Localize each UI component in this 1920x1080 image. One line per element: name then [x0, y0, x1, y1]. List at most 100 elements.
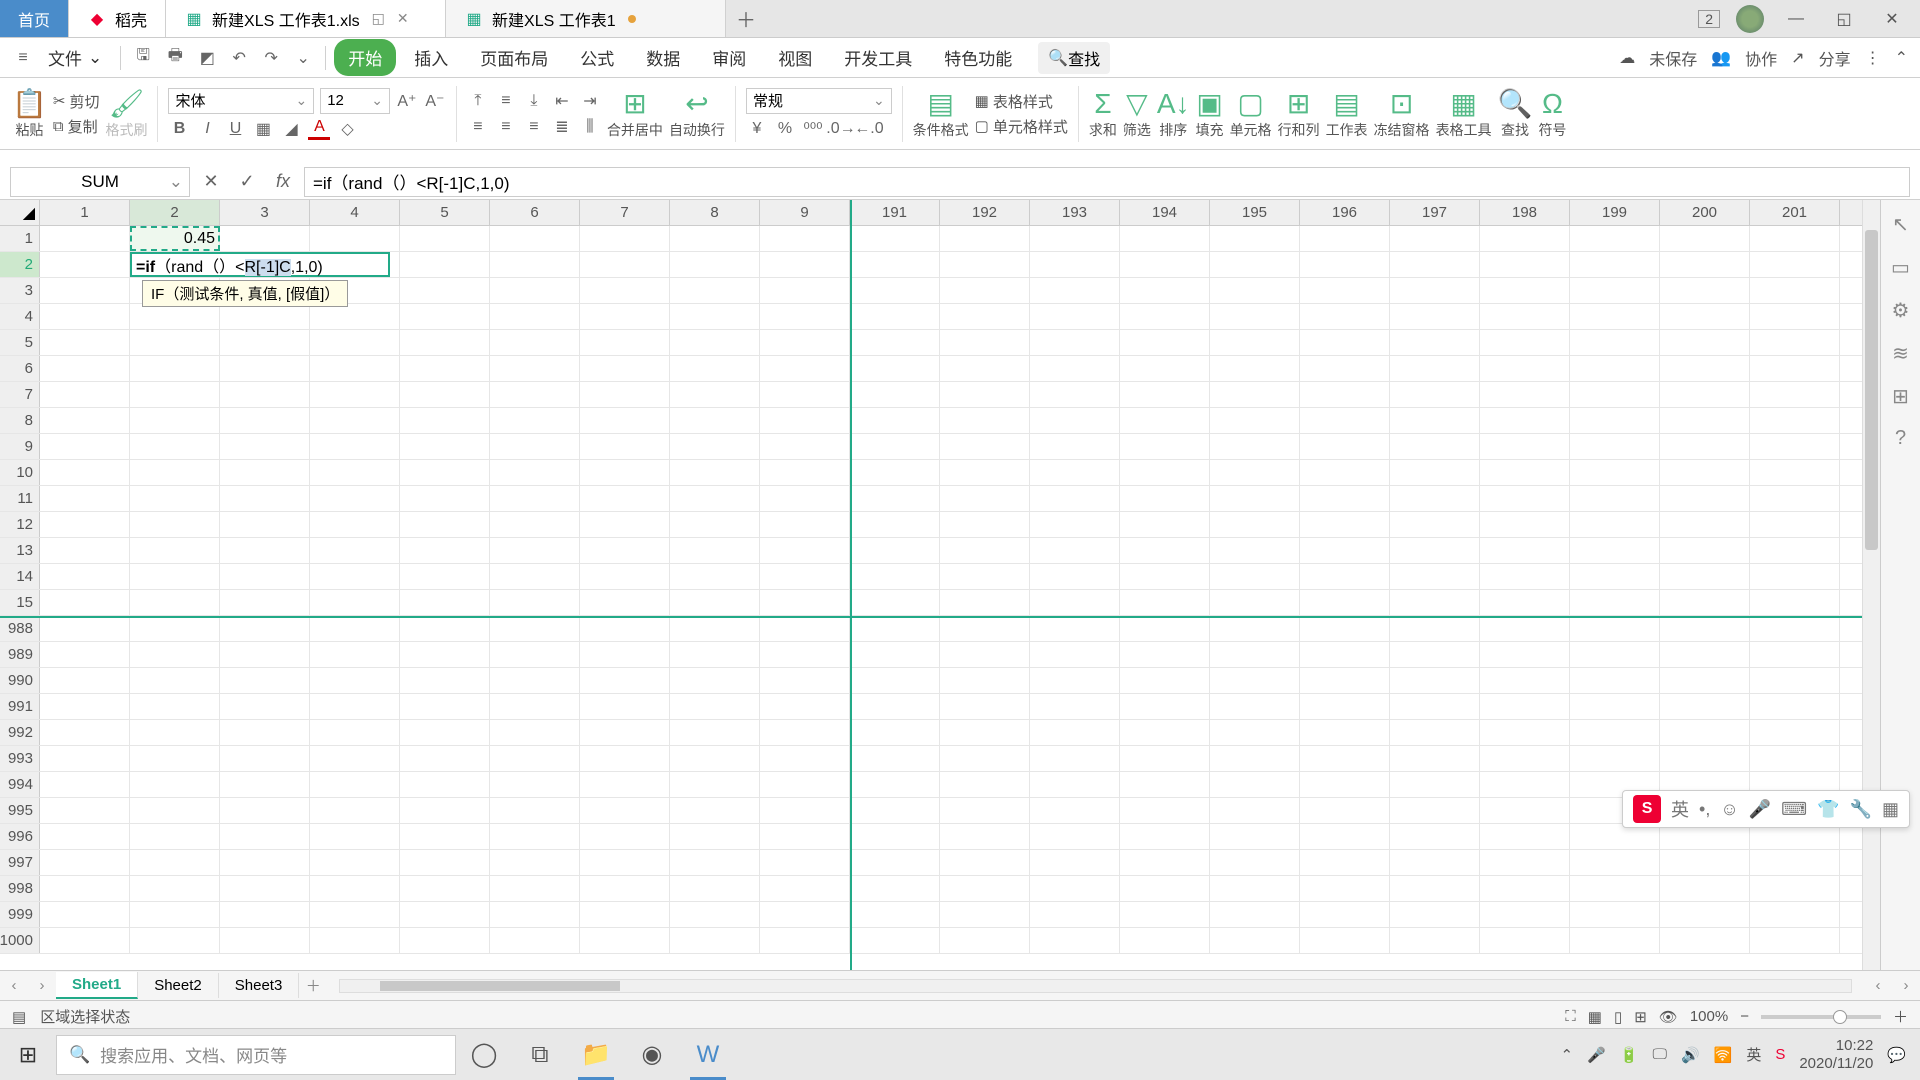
- qat-more-icon[interactable]: ⌄: [289, 44, 317, 72]
- menu-tab-insert[interactable]: 插入: [400, 39, 462, 76]
- scroll-thumb[interactable]: [1865, 230, 1878, 550]
- ime-keyboard-icon[interactable]: ⌨: [1781, 799, 1807, 820]
- cortana-icon[interactable]: ◯: [456, 1029, 512, 1080]
- horizontal-scrollbar[interactable]: [339, 979, 1852, 993]
- table-row[interactable]: 12: [0, 512, 1862, 538]
- vertical-scrollbar[interactable]: [1862, 200, 1880, 970]
- menu-tab-review[interactable]: 审阅: [698, 39, 760, 76]
- tab-close-icon[interactable]: ✕: [397, 10, 409, 27]
- tab-add-button[interactable]: ＋: [726, 0, 766, 37]
- table-row[interactable]: 993: [0, 746, 1862, 772]
- vertical-split[interactable]: [850, 200, 852, 970]
- col-header[interactable]: 9: [760, 200, 850, 225]
- zoom-value[interactable]: 100%: [1690, 1008, 1728, 1025]
- help-icon[interactable]: ?: [1895, 427, 1906, 450]
- row-header[interactable]: 14: [0, 564, 40, 589]
- percent-icon[interactable]: %: [774, 118, 796, 140]
- table-row[interactable]: 14: [0, 564, 1862, 590]
- redo-icon[interactable]: ↷: [257, 44, 285, 72]
- table-row[interactable]: 990: [0, 668, 1862, 694]
- print-icon[interactable]: 🖶: [161, 44, 189, 72]
- clock[interactable]: 10:22 2020/11/20: [1799, 1037, 1873, 1073]
- indent-increase-icon[interactable]: ⇥: [579, 90, 601, 112]
- hscroll-right[interactable]: ›: [1892, 977, 1920, 994]
- row-header[interactable]: 1000: [0, 928, 40, 953]
- fontsize-combo[interactable]: ⌄: [320, 88, 390, 114]
- cut-button[interactable]: ✂剪切: [53, 91, 100, 112]
- row-header[interactable]: 999: [0, 902, 40, 927]
- chevron-down-icon[interactable]: ⌄: [289, 92, 313, 109]
- ime-grid-icon[interactable]: ▦: [1882, 799, 1899, 820]
- tray-chevron-icon[interactable]: ⌃: [1561, 1046, 1574, 1064]
- maximize-button[interactable]: ◱: [1828, 3, 1860, 35]
- print-preview-icon[interactable]: ◩: [193, 44, 221, 72]
- row-header[interactable]: 988: [0, 616, 40, 641]
- table-row[interactable]: 989: [0, 642, 1862, 668]
- tray-volume-icon[interactable]: 🔊: [1681, 1046, 1700, 1064]
- row-header[interactable]: 989: [0, 642, 40, 667]
- tab-home[interactable]: 首页: [0, 0, 69, 37]
- sort-button[interactable]: A↓排序: [1157, 88, 1190, 140]
- save-icon[interactable]: 🖫: [129, 44, 157, 72]
- notification-badge[interactable]: 2: [1698, 10, 1720, 28]
- filter-button[interactable]: ▽筛选: [1123, 87, 1151, 140]
- sheet-button[interactable]: ▤工作表: [1326, 87, 1368, 140]
- zoom-slider[interactable]: [1761, 1015, 1881, 1019]
- wrap-button[interactable]: ↩自动换行: [669, 87, 725, 140]
- col-header[interactable]: 7: [580, 200, 670, 225]
- table-row[interactable]: 999: [0, 902, 1862, 928]
- search-box[interactable]: 🔍 查找: [1038, 42, 1110, 74]
- active-cell[interactable]: =if（rand（）<R[-1]C,1,0) IF（测试条件, 真值, [假值]…: [130, 252, 220, 277]
- col-header[interactable]: 192: [940, 200, 1030, 225]
- indent-decrease-icon[interactable]: ⇤: [551, 90, 573, 112]
- col-header[interactable]: 2: [130, 200, 220, 225]
- row-header[interactable]: 998: [0, 876, 40, 901]
- align-left-icon[interactable]: ≡: [467, 116, 489, 138]
- col-header[interactable]: 1: [40, 200, 130, 225]
- tray-network-icon[interactable]: 🛜: [1714, 1046, 1733, 1064]
- row-header[interactable]: 6: [0, 356, 40, 381]
- row-header[interactable]: 994: [0, 772, 40, 797]
- file-menu[interactable]: 文件⌄: [38, 41, 112, 74]
- cell-editor[interactable]: =if（rand（）<R[-1]C,1,0): [130, 252, 390, 277]
- reading-mode-icon[interactable]: 👁: [1659, 1008, 1678, 1026]
- tab-file-1[interactable]: ▦ 新建XLS 工作表1.xls ◱ ✕: [166, 0, 446, 37]
- row-header[interactable]: 10: [0, 460, 40, 485]
- col-header[interactable]: 194: [1120, 200, 1210, 225]
- fill-button[interactable]: ▣填充: [1196, 87, 1224, 140]
- menu-tab-special[interactable]: 特色功能: [930, 39, 1026, 76]
- find-button[interactable]: 🔍查找: [1498, 87, 1533, 140]
- select-icon[interactable]: ▭: [1891, 255, 1910, 280]
- table-row[interactable]: 15: [0, 590, 1862, 616]
- row-header[interactable]: 990: [0, 668, 40, 693]
- sheet-tab[interactable]: Sheet3: [219, 973, 300, 998]
- row-header[interactable]: 5: [0, 330, 40, 355]
- add-sheet-button[interactable]: ＋: [299, 975, 327, 996]
- undo-icon[interactable]: ↶: [225, 44, 253, 72]
- ime-voice-icon[interactable]: 🎤: [1749, 799, 1771, 820]
- comma-icon[interactable]: ⁰⁰⁰: [802, 118, 824, 140]
- col-header[interactable]: 193: [1030, 200, 1120, 225]
- inc-decimal-icon[interactable]: .0→: [830, 118, 852, 140]
- notifications-icon[interactable]: 💬: [1887, 1046, 1906, 1064]
- ime-punct-icon[interactable]: •,: [1699, 799, 1710, 820]
- zoom-out-button[interactable]: −: [1740, 1008, 1749, 1025]
- collab-label[interactable]: 协作: [1745, 46, 1777, 70]
- row-header[interactable]: 997: [0, 850, 40, 875]
- row-header[interactable]: 4: [0, 304, 40, 329]
- col-header[interactable]: 199: [1570, 200, 1660, 225]
- doc-icon[interactable]: ▤: [12, 1008, 26, 1026]
- align-middle-icon[interactable]: ≡: [495, 90, 517, 112]
- explorer-icon[interactable]: 📁: [568, 1029, 624, 1080]
- hamburger-icon[interactable]: ≡: [12, 47, 34, 69]
- menu-tab-view[interactable]: 视图: [764, 39, 826, 76]
- unsaved-label[interactable]: 未保存: [1649, 46, 1697, 70]
- table-row[interactable]: 11: [0, 486, 1862, 512]
- numfmt-input[interactable]: [747, 92, 867, 109]
- align-top-icon[interactable]: ⤒: [467, 90, 489, 112]
- col-header[interactable]: 5: [400, 200, 490, 225]
- col-header[interactable]: 197: [1390, 200, 1480, 225]
- align-bottom-icon[interactable]: ⤓: [523, 90, 545, 112]
- row-header[interactable]: 12: [0, 512, 40, 537]
- zoom-in-button[interactable]: ＋: [1893, 1006, 1908, 1027]
